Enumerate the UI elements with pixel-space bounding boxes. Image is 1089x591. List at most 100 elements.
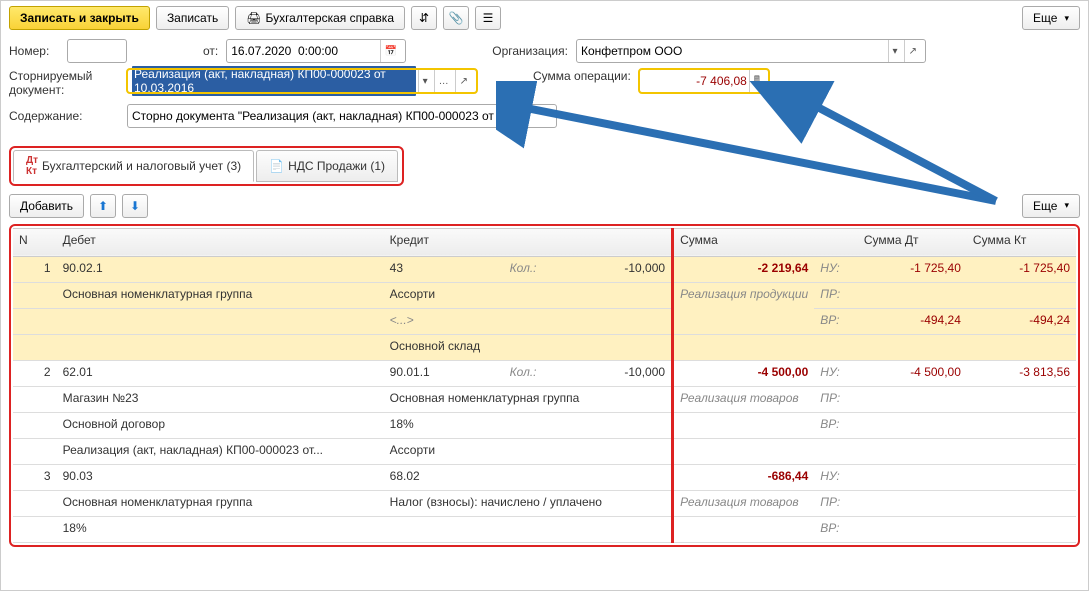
cell-n: 1: [13, 256, 57, 282]
table-row[interactable]: 18% ВР:: [13, 516, 1076, 542]
number-label: Номер:: [9, 44, 59, 58]
cell-sum: -4 500,00: [673, 360, 815, 386]
content-input[interactable]: [132, 109, 552, 123]
cell-qty-label: Кол.:: [504, 360, 564, 386]
cell-qty-label: Кол.:: [504, 256, 564, 282]
save-close-button[interactable]: Записать и закрыть: [9, 6, 150, 30]
cell-pr: ПР:: [814, 490, 858, 516]
cell-credit-acc: 68.02: [384, 464, 673, 490]
entries-table: N Дебет Кредит Сумма Сумма Дт Сумма Кт 1…: [13, 228, 1076, 543]
cell-nu: НУ:: [814, 360, 858, 386]
tab-vat[interactable]: 📄 НДС Продажи (1): [256, 150, 398, 182]
table-row[interactable]: Основная номенклатурная группа Налог (вз…: [13, 490, 1076, 516]
cell-nu-kt: -3 813,56: [967, 360, 1076, 386]
cell-debit-sub: Магазин №23: [57, 386, 384, 412]
cell-nu: НУ:: [814, 256, 858, 282]
cell-debit-acc: 62.01: [57, 360, 384, 386]
cell-debit-acc: 90.03: [57, 464, 384, 490]
storno-input-wrap[interactable]: Реализация (акт, накладная) КП00-000023 …: [127, 69, 477, 93]
tab-accounting-label: Бухгалтерский и налоговый учет (3): [42, 159, 241, 173]
table-row[interactable]: <...> ВР: -494,24 -494,24: [13, 308, 1076, 334]
dt-kt-icon: ДтКт: [26, 155, 38, 177]
cell-nu-dt: -1 725,40: [858, 256, 967, 282]
org-dropdown-icon[interactable]: ▾: [888, 40, 902, 62]
col-credit[interactable]: Кредит: [384, 228, 673, 256]
save-button[interactable]: Записать: [156, 6, 229, 30]
report-button-label: Бухгалтерская справка: [265, 11, 394, 25]
cell-vr: ВР:: [814, 308, 858, 334]
date-label: от:: [203, 44, 218, 58]
cell-sum-desc: Реализация товаров: [673, 386, 815, 412]
table-row[interactable]: Основной договор 18% ВР:: [13, 412, 1076, 438]
list-icon: ☰: [483, 11, 494, 25]
more-button-top[interactable]: Еще: [1022, 6, 1080, 30]
cell-credit-sub: 18%: [384, 412, 673, 438]
table-row[interactable]: 2 62.01 90.01.1 Кол.: -10,000 -4 500,00 …: [13, 360, 1076, 386]
cell-debit-sub: Основная номенклатурная группа: [57, 490, 384, 516]
cell-vr: ВР:: [814, 516, 858, 542]
col-sum-dt[interactable]: Сумма Дт: [858, 228, 967, 256]
link-icon: ⇵: [419, 11, 429, 25]
tab-accounting[interactable]: ДтКт Бухгалтерский и налоговый учет (3): [13, 150, 254, 182]
list-icon-button[interactable]: ☰: [475, 6, 501, 30]
cell-credit-sub: Ассорти: [384, 438, 673, 464]
arrow-down-icon: ⬇: [130, 199, 140, 213]
sum-input[interactable]: [644, 74, 747, 88]
org-input-wrap[interactable]: ▾ ↗: [576, 39, 926, 63]
table-row[interactable]: 1 90.02.1 43 Кол.: -10,000 -2 219,64 НУ:…: [13, 256, 1076, 282]
col-sum-kt[interactable]: Сумма Кт: [967, 228, 1076, 256]
cell-debit-sub: 18%: [57, 516, 384, 542]
cell-debit-sub: Основная номенклатурная группа: [57, 282, 384, 308]
add-button[interactable]: Добавить: [9, 194, 84, 218]
cell-qty: -10,000: [564, 256, 673, 282]
calendar-icon[interactable]: 📅: [380, 40, 401, 62]
cell-debit-acc: 90.02.1: [57, 256, 384, 282]
move-up-button[interactable]: ⬆: [90, 194, 116, 218]
number-input[interactable]: [72, 44, 122, 58]
more-button-grid[interactable]: Еще: [1022, 194, 1080, 218]
tabs-highlight: ДтКт Бухгалтерский и налоговый учет (3) …: [9, 146, 404, 186]
cell-credit-sub: <...>: [384, 308, 673, 334]
col-debit[interactable]: Дебет: [57, 228, 384, 256]
tab-vat-label: НДС Продажи (1): [288, 159, 385, 173]
move-down-button[interactable]: ⬇: [122, 194, 148, 218]
cell-vr-kt: -494,24: [967, 308, 1076, 334]
table-row[interactable]: Реализация (акт, накладная) КП00-000023 …: [13, 438, 1076, 464]
sum-label: Сумма операции:: [533, 69, 631, 83]
date-input-wrap[interactable]: 📅: [226, 39, 406, 63]
arrow-up-icon: ⬆: [98, 199, 108, 213]
org-open-icon[interactable]: ↗: [904, 40, 921, 62]
number-input-wrap[interactable]: [67, 39, 127, 63]
sum-input-wrap[interactable]: 🖩: [639, 69, 769, 93]
col-sum[interactable]: Сумма: [673, 228, 858, 256]
cell-n: 3: [13, 464, 57, 490]
cell-credit-sub: Основная номенклатурная группа: [384, 386, 673, 412]
calculator-icon[interactable]: 🖩: [749, 70, 764, 92]
paperclip-icon: 📎: [449, 11, 464, 25]
cell-pr: ПР:: [814, 386, 858, 412]
cell-vr: ВР:: [814, 412, 858, 438]
storno-dropdown-icon[interactable]: ▾: [418, 70, 432, 92]
col-n[interactable]: N: [13, 228, 57, 256]
date-input[interactable]: [231, 44, 378, 58]
table-row[interactable]: Основной склад: [13, 334, 1076, 360]
table-row[interactable]: Основная номенклатурная группа Ассорти Р…: [13, 282, 1076, 308]
content-input-wrap[interactable]: [127, 104, 557, 128]
storno-open-icon[interactable]: ↗: [455, 70, 472, 92]
table-row[interactable]: Магазин №23 Основная номенклатурная груп…: [13, 386, 1076, 412]
storno-label: Сторнируемый документ:: [9, 69, 119, 98]
org-label: Организация:: [492, 44, 568, 58]
table-row[interactable]: 3 90.03 68.02 -686,44 НУ:: [13, 464, 1076, 490]
attach-icon-button[interactable]: 📎: [443, 6, 469, 30]
link-icon-button[interactable]: ⇵: [411, 6, 437, 30]
org-input[interactable]: [581, 44, 886, 58]
cell-nu-kt: -1 725,40: [967, 256, 1076, 282]
cell-sum: -686,44: [673, 464, 815, 490]
cell-sum-desc: Реализация товаров: [673, 490, 815, 516]
storno-more-icon[interactable]: …: [434, 70, 453, 92]
content-label: Содержание:: [9, 109, 119, 123]
printer-icon: 🖨: [246, 11, 261, 25]
storno-input-text: Реализация (акт, накладная) КП00-000023 …: [132, 66, 416, 96]
table-header-row: N Дебет Кредит Сумма Сумма Дт Сумма Кт: [13, 228, 1076, 256]
report-button[interactable]: 🖨 Бухгалтерская справка: [235, 6, 405, 30]
